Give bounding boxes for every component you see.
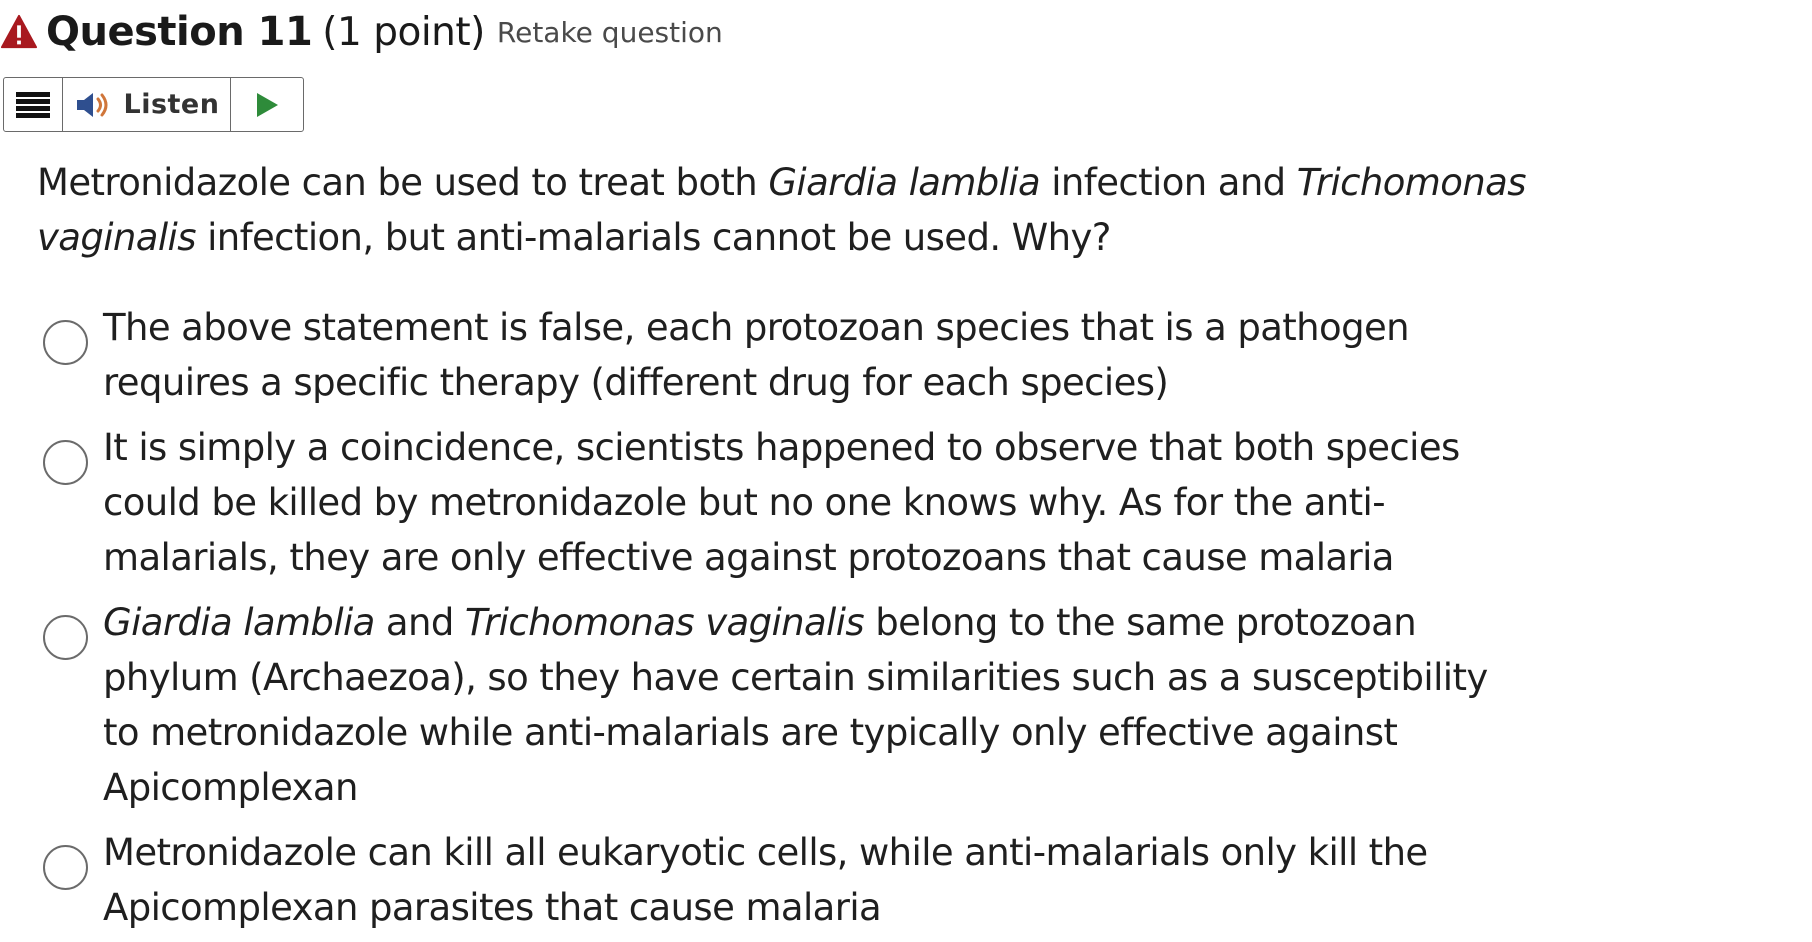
answer-option-label: Giardia lamblia and Trichomonas vaginali… bbox=[103, 595, 1503, 815]
answer-option-label: The above statement is false, each proto… bbox=[103, 306, 1410, 404]
speaker-icon bbox=[76, 92, 107, 117]
toolbar-menu-button[interactable] bbox=[4, 78, 63, 131]
listen-label: Listen bbox=[123, 89, 220, 120]
option-species-trichomonas: Trichomonas vaginalis bbox=[464, 601, 865, 644]
question-text-part: infection and bbox=[1040, 161, 1297, 204]
read-aloud-toolbar: Listen bbox=[3, 77, 304, 132]
radio-button[interactable] bbox=[43, 615, 88, 660]
question-text-part: Metronidazole can be used to treat both bbox=[37, 161, 769, 204]
radio-button[interactable] bbox=[43, 845, 88, 890]
hamburger-icon bbox=[16, 91, 50, 118]
question-title: Question 11 bbox=[46, 9, 313, 55]
warning-icon bbox=[0, 14, 38, 49]
play-button[interactable] bbox=[231, 78, 303, 131]
answer-option-label: Metronidazole can kill all eukaryotic ce… bbox=[103, 831, 1428, 929]
radio-button[interactable] bbox=[43, 440, 88, 485]
question-species-giardia: Giardia lamblia bbox=[768, 161, 1041, 204]
play-icon bbox=[257, 92, 278, 117]
question-text-part: infection, but anti-malarials cannot be … bbox=[195, 216, 1111, 259]
option-text-part: and bbox=[374, 601, 465, 644]
radio-button[interactable] bbox=[43, 320, 88, 365]
question-points: (1 point) bbox=[322, 9, 485, 55]
question-header: Question 11 (1 point) Retake question bbox=[0, 6, 723, 58]
question-text: Metronidazole can be used to treat both … bbox=[37, 155, 1537, 265]
retake-question-link[interactable]: Retake question bbox=[497, 16, 723, 49]
option-species-giardia: Giardia lamblia bbox=[103, 601, 375, 644]
listen-button[interactable]: Listen bbox=[63, 78, 231, 131]
answer-option-label: It is simply a coincidence, scientists h… bbox=[103, 426, 1460, 579]
